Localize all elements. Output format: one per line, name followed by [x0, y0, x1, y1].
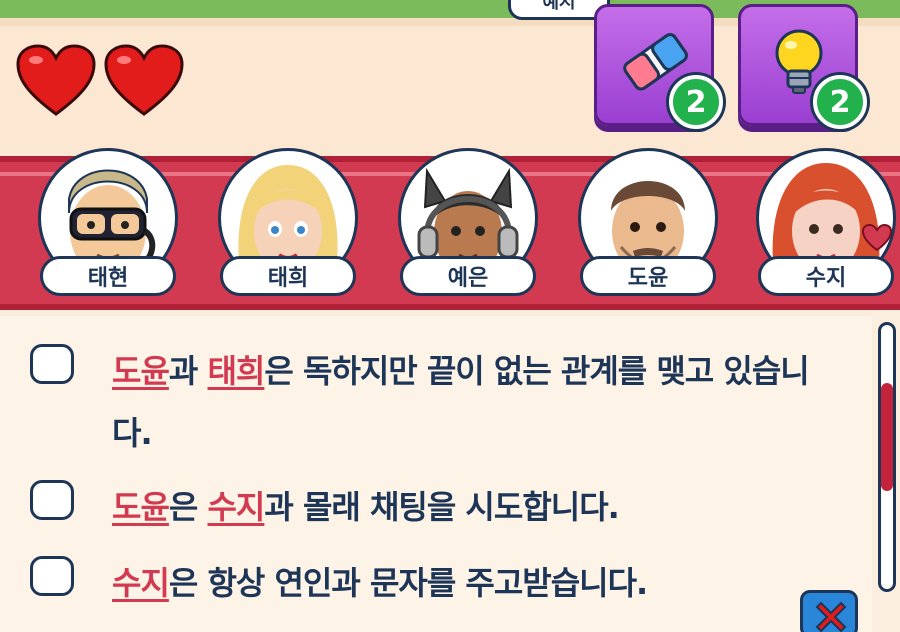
scrollbar-thumb[interactable] [881, 383, 893, 491]
character-name-label: 예은 [400, 256, 536, 296]
eraser-count-badge: 2 [669, 75, 723, 129]
statement-checkbox[interactable] [30, 556, 74, 596]
character-card[interactable]: 도윤 [574, 148, 722, 310]
hint-count-badge: 2 [813, 75, 867, 129]
character-name-label: 태희 [220, 256, 356, 296]
character-band: 태현 태희 예은 도윤 수지 [0, 148, 900, 310]
character-name-label: 도윤 [580, 256, 716, 296]
statement-text: 도윤과 태희은 독하지만 끝이 없는 관계를 맺고 있습니다. [112, 352, 810, 452]
character-name-label: 수지 [758, 256, 894, 296]
character-card[interactable]: 수지 [752, 148, 900, 310]
relationship-heart-icon [862, 224, 892, 252]
statement-row: 도윤은 수지과 몰래 채팅을 시도합니다. [30, 476, 830, 538]
character-name-link[interactable]: 태희 [207, 352, 265, 390]
statement-row: 도윤과 태희은 독하지만 끝이 없는 관계를 맺고 있습니다. [30, 340, 830, 464]
close-button[interactable] [800, 590, 858, 632]
example-tab-label: 예시 [542, 0, 576, 13]
character-card[interactable]: 태희 [214, 148, 362, 310]
life-heart-icon [104, 44, 184, 118]
character-name-link[interactable]: 도윤 [112, 488, 170, 526]
hint-powerup-button[interactable]: 2 [738, 4, 867, 129]
statement-text: 도윤은 수지과 몰래 채팅을 시도합니다. [112, 488, 620, 526]
statement-text: 수지은 항상 연인과 문자를 주고받습니다. [112, 564, 648, 602]
character-card[interactable]: 예은 [394, 148, 542, 310]
character-name-label: 태현 [40, 256, 176, 296]
character-name-link[interactable]: 수지 [112, 564, 170, 602]
statement-row: 수지은 항상 연인과 문자를 주고받습니다. [30, 552, 830, 614]
life-heart-icon [16, 44, 96, 118]
character-card[interactable]: 태현 [34, 148, 182, 310]
character-name-link[interactable]: 수지 [207, 488, 265, 526]
statement-scrollbar[interactable] [878, 322, 896, 592]
eraser-powerup-button[interactable]: 2 [594, 4, 723, 129]
close-icon [815, 601, 847, 632]
character-name-link[interactable]: 도윤 [112, 352, 170, 390]
statement-checkbox[interactable] [30, 344, 74, 384]
statement-checkbox[interactable] [30, 480, 74, 520]
